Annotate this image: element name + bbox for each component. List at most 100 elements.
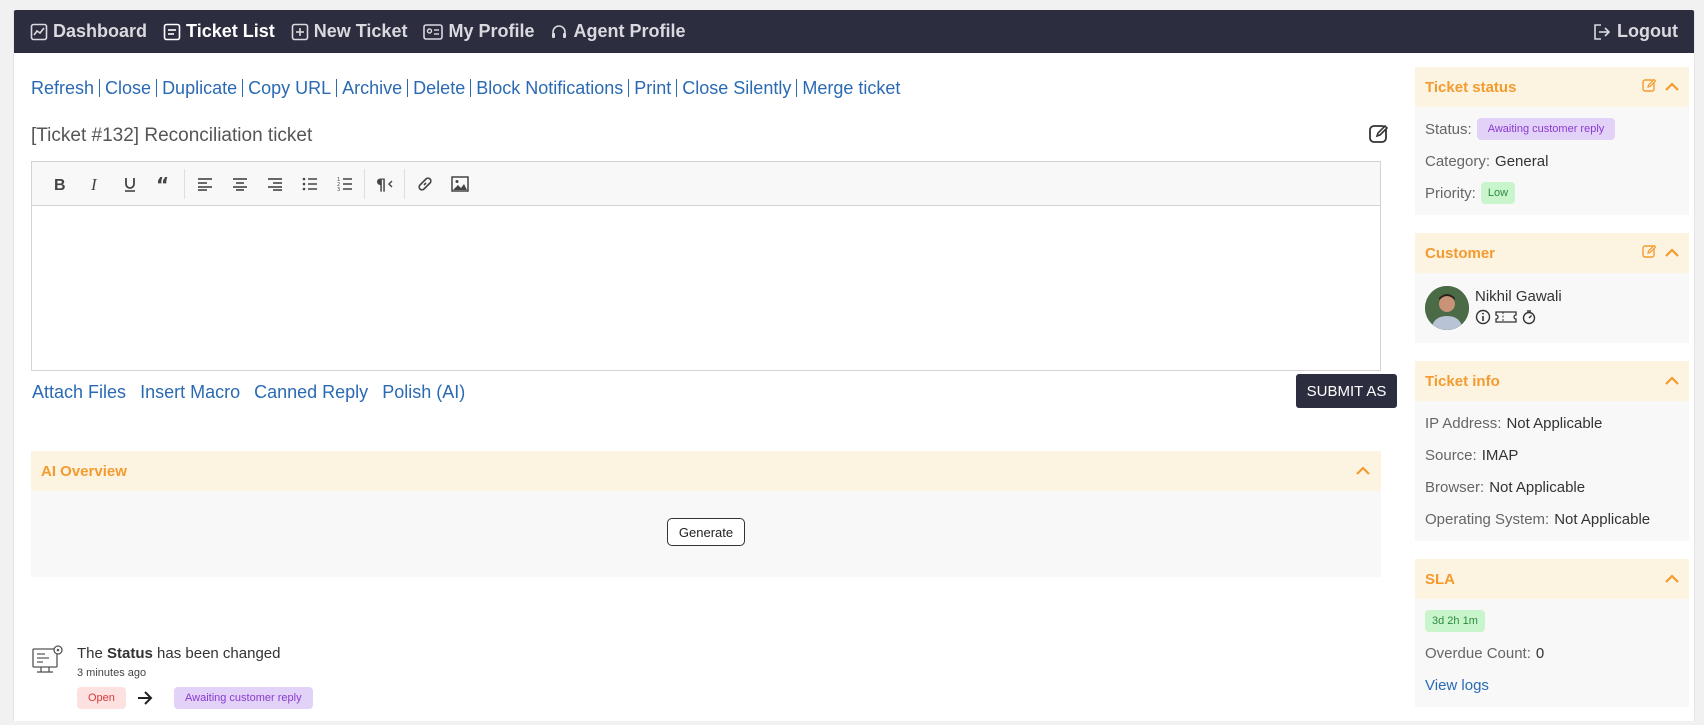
action-block-notifications[interactable]: Block Notifications	[476, 78, 623, 98]
system-settings-icon	[31, 643, 65, 682]
plus-square-icon	[291, 23, 309, 40]
ticket-icon[interactable]	[1495, 309, 1517, 329]
editor-text-area[interactable]	[32, 206, 1380, 370]
nav-agent-profile[interactable]: Agent Profile	[550, 21, 686, 42]
source-value: IMAP	[1481, 446, 1519, 464]
chevron-up-icon[interactable]	[1665, 373, 1679, 390]
view-logs-link[interactable]: View logs	[1425, 677, 1489, 694]
align-left-icon[interactable]	[187, 169, 222, 199]
customer-row: Nikhil Gawali	[1425, 279, 1679, 337]
svg-text:3: 3	[337, 187, 340, 191]
ai-overview-panel: AI Overview Generate	[31, 451, 1381, 577]
action-copy-url[interactable]: Copy URL	[248, 78, 331, 98]
category-value: General	[1495, 152, 1549, 170]
info-icon[interactable]	[1475, 309, 1491, 329]
ticket-info-header: Ticket info	[1415, 361, 1689, 401]
nav-ticket-list-label: Ticket List	[186, 21, 275, 41]
action-refresh[interactable]: Refresh	[31, 78, 94, 98]
ticket-status-header: Ticket status	[1415, 67, 1689, 107]
overdue-row: Overdue Count: 0	[1425, 637, 1679, 669]
ip-row: IP Address: Not Applicable	[1425, 407, 1679, 439]
paragraph-direction-icon[interactable]: ¶	[367, 169, 402, 199]
action-merge-ticket[interactable]: Merge ticket	[802, 78, 900, 98]
action-separator	[336, 79, 338, 97]
chevron-up-icon[interactable]	[1665, 245, 1679, 262]
os-label: Operating System:	[1425, 510, 1550, 528]
nav-dashboard-label: Dashboard	[53, 21, 148, 41]
activity-suffix: has been changed	[152, 645, 281, 662]
stopwatch-icon[interactable]	[1521, 309, 1537, 329]
action-duplicate[interactable]: Duplicate	[162, 78, 237, 98]
italic-icon[interactable]: I	[77, 169, 112, 199]
activity-prefix: The	[77, 645, 108, 662]
browser-value: Not Applicable	[1489, 478, 1586, 496]
action-separator	[407, 79, 409, 97]
customer-header: Customer	[1415, 233, 1689, 273]
insert-macro-link[interactable]: Insert Macro	[140, 382, 240, 402]
right-sidebar: Ticket status Status: Awaiting customer r…	[1415, 67, 1689, 725]
action-separator	[242, 79, 244, 97]
nav-agent-profile-label: Agent Profile	[573, 21, 686, 41]
sla-header: SLA	[1415, 559, 1689, 599]
chevron-up-icon[interactable]	[1665, 571, 1679, 588]
sla-card: SLA 3d 2h 1m Overdue Count: 0 View logs	[1415, 559, 1689, 707]
avatar[interactable]	[1425, 286, 1469, 330]
category-row: Category: General	[1425, 145, 1679, 177]
edit-customer-icon[interactable]	[1642, 244, 1657, 263]
polish-ai-link[interactable]: Polish (AI)	[382, 382, 465, 402]
ticket-info-body: IP Address: Not Applicable Source: IMAP Br…	[1415, 401, 1689, 541]
action-separator	[156, 79, 158, 97]
attach-files-link[interactable]: Attach Files	[32, 382, 126, 402]
svg-text:B: B	[54, 177, 66, 192]
browser-row: Browser: Not Applicable	[1425, 471, 1679, 503]
action-delete[interactable]: Delete	[413, 78, 465, 98]
customer-title: Customer	[1425, 244, 1496, 262]
blockquote-icon[interactable]: “	[147, 169, 182, 199]
edit-title-icon[interactable]	[1368, 123, 1390, 150]
nav-my-profile[interactable]: My Profile	[423, 21, 534, 42]
image-icon[interactable]	[442, 169, 477, 199]
canned-reply-link[interactable]: Canned Reply	[254, 382, 368, 402]
ai-overview-header[interactable]: AI Overview	[31, 451, 1381, 491]
action-close-silently[interactable]: Close Silently	[682, 78, 791, 98]
list-icon	[163, 23, 181, 40]
bold-icon[interactable]: B	[42, 169, 77, 199]
nav-ticket-list[interactable]: Ticket List	[163, 21, 275, 42]
svg-text:“: “	[156, 176, 169, 192]
generate-button[interactable]: Generate	[667, 518, 745, 546]
numbered-list-icon[interactable]: 123	[327, 169, 362, 199]
customer-name[interactable]: Nikhil Gawali	[1475, 288, 1562, 305]
nav-new-ticket-label: New Ticket	[313, 21, 408, 41]
link-icon[interactable]	[407, 169, 442, 199]
chevron-up-icon[interactable]	[1355, 466, 1371, 476]
svg-text:I: I	[90, 176, 98, 192]
align-right-icon[interactable]	[257, 169, 292, 199]
sla-time-row: 3d 2h 1m	[1425, 605, 1679, 637]
edit-status-icon[interactable]	[1642, 78, 1657, 97]
align-center-icon[interactable]	[222, 169, 257, 199]
ticket-status-title: Ticket status	[1425, 78, 1517, 96]
view-logs-row: View logs	[1425, 669, 1679, 701]
sla-body: 3d 2h 1m Overdue Count: 0 View logs	[1415, 599, 1689, 707]
submit-as-button[interactable]: SUBMIT AS	[1296, 374, 1397, 408]
id-card-icon	[423, 23, 444, 40]
nav-new-ticket[interactable]: New Ticket	[291, 21, 408, 42]
chevron-up-icon[interactable]	[1665, 79, 1679, 96]
bullet-list-icon[interactable]	[292, 169, 327, 199]
action-close[interactable]: Close	[105, 78, 151, 98]
os-row: Operating System: Not Applicable	[1425, 503, 1679, 535]
underline-icon[interactable]	[112, 169, 147, 199]
ticket-title: [Ticket #132] Reconciliation ticket	[31, 125, 313, 146]
action-print[interactable]: Print	[634, 78, 671, 98]
action-archive[interactable]: Archive	[342, 78, 402, 98]
chart-icon	[30, 23, 48, 40]
customer-card: Customer Nikhil Gawali	[1415, 233, 1689, 343]
status-row: Status: Awaiting customer reply	[1425, 113, 1679, 145]
source-row: Source: IMAP	[1425, 439, 1679, 471]
status-badge: Awaiting customer reply	[1476, 118, 1616, 140]
status-label: Status:	[1425, 120, 1472, 138]
nav-logout[interactable]: Logout	[1592, 21, 1678, 42]
priority-row: Priority: Low	[1425, 177, 1679, 209]
customer-body: Nikhil Gawali	[1415, 273, 1689, 343]
nav-dashboard[interactable]: Dashboard	[30, 21, 147, 42]
